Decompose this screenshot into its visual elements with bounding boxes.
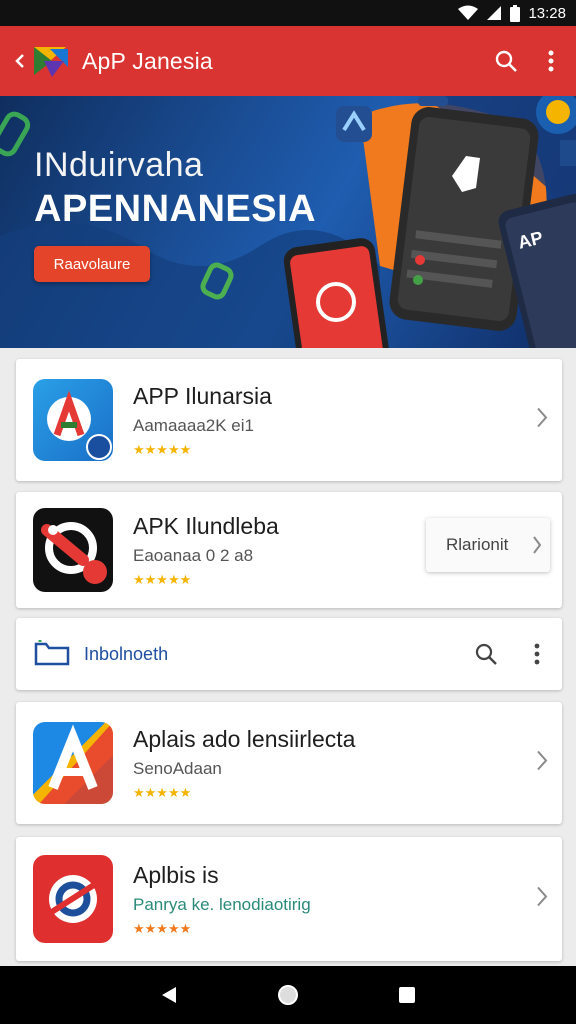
recents-nav-icon[interactable] xyxy=(398,986,416,1004)
banner-brand: APENNANESIA xyxy=(34,188,317,230)
chevron-right-icon[interactable] xyxy=(536,750,548,777)
app-icon-colorful-a xyxy=(33,722,113,804)
app-subtitle: Eaoanaa 0 2 a8 xyxy=(133,545,254,565)
chevron-right-icon[interactable] xyxy=(536,886,548,913)
app-icon-k xyxy=(33,508,113,592)
open-button[interactable]: Rlarionit xyxy=(426,518,550,572)
app-logo xyxy=(30,41,70,81)
rating-stars: ★★★★★ xyxy=(133,571,192,587)
banner-headline: INduirvaha xyxy=(34,146,204,184)
app-subtitle: Aamaaaa2K ei1 xyxy=(133,415,254,435)
app-icon-a xyxy=(33,379,113,461)
more-vert-icon[interactable] xyxy=(548,50,554,72)
rating-stars: ★★★★★ xyxy=(133,920,192,936)
search-icon[interactable] xyxy=(474,642,498,666)
battery-icon xyxy=(510,4,521,22)
app-subtitle: SenoAdaan xyxy=(133,758,222,778)
list-item[interactable]: Aplais ado lensiirlecta SenoAdaan ★★★★★ xyxy=(16,702,562,824)
app-title: ApP Janesia xyxy=(82,47,213,74)
signal-icon xyxy=(486,5,502,21)
chevron-right-icon xyxy=(532,535,542,560)
back-nav-icon[interactable] xyxy=(160,985,178,1005)
app-name: APK Ilundleba xyxy=(133,512,279,539)
app-subtitle: Panrya ke. lenodiaotirig xyxy=(133,894,311,914)
open-button-label: Rlarionit xyxy=(446,535,509,554)
chevron-right-icon[interactable] xyxy=(536,407,548,434)
back-icon[interactable] xyxy=(14,53,26,69)
rating-stars: ★★★★★ xyxy=(133,784,192,800)
app-name: Aplais ado lensiirlecta xyxy=(133,725,356,752)
section-header: Inbolnoeth xyxy=(16,618,562,690)
folder-icon xyxy=(34,638,70,671)
search-icon[interactable] xyxy=(494,49,518,73)
home-nav-icon[interactable] xyxy=(277,984,299,1006)
app-name: APP Ilunarsia xyxy=(133,382,272,409)
list-item[interactable]: Aplbis is Panrya ke. lenodiaotirig ★★★★★ xyxy=(16,837,562,961)
system-nav-bar xyxy=(0,966,576,1024)
wifi-icon xyxy=(458,5,479,21)
app-bar: ApP Janesia xyxy=(0,26,576,96)
status-bar: 13:28 xyxy=(0,0,576,26)
rating-stars: ★★★★★ xyxy=(133,441,192,457)
app-icon-q xyxy=(33,855,113,943)
more-vert-icon[interactable] xyxy=(534,643,540,665)
list-item[interactable]: APP Ilunarsia Aamaaaa2K ei1 ★★★★★ xyxy=(16,359,562,481)
app-name: Aplbis is xyxy=(133,861,219,888)
promo-banner[interactable]: INduirvaha APENNANESIA Raavolaure AP xyxy=(0,96,576,348)
list-item[interactable]: APK Ilundleba Eaoanaa 0 2 a8 ★★★★★ Rlari… xyxy=(16,492,562,608)
section-title: Inbolnoeth xyxy=(84,643,169,664)
status-time: 13:28 xyxy=(528,4,566,22)
banner-cta-button[interactable]: Raavolaure xyxy=(34,246,150,282)
